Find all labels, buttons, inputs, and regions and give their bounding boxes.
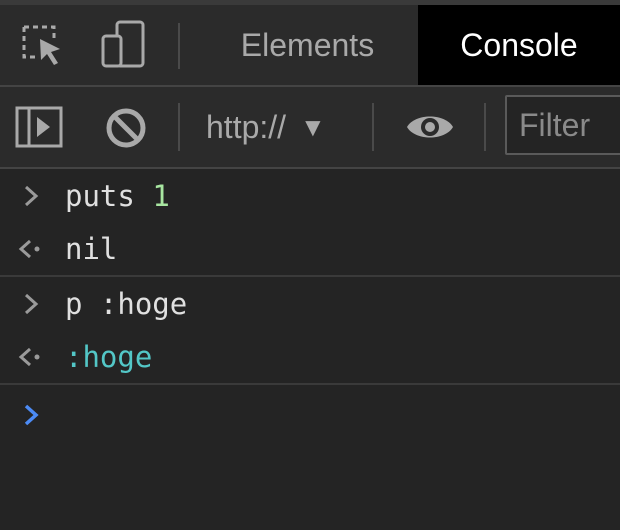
toolbar-separator-2 <box>372 103 374 151</box>
inspect-element-icon[interactable] <box>18 19 66 71</box>
console-input-text: p :hoge <box>65 286 188 321</box>
console-output-line: nil <box>0 222 620 275</box>
input-chevron-icon <box>16 169 46 222</box>
filter-input[interactable]: Filter <box>505 95 620 155</box>
filter-placeholder: Filter <box>519 106 591 143</box>
devtools-tabbar: Elements Console <box>0 5 620 87</box>
sidebar-toggle-icon[interactable] <box>14 105 64 149</box>
tab-elements[interactable]: Elements <box>210 5 405 85</box>
console-output-line: :hoge <box>0 330 620 383</box>
console-input-line: puts 1 <box>0 169 620 222</box>
input-chevron-icon <box>16 277 46 330</box>
console-log: puts 1 nil p :hoge :hoge <box>0 169 620 445</box>
output-arrow-icon <box>16 222 46 275</box>
tabbar-separator <box>178 23 180 69</box>
console-prompt[interactable] <box>0 385 620 445</box>
dropdown-arrow-icon: ▼ <box>300 111 326 142</box>
clear-console-icon[interactable] <box>102 104 150 152</box>
console-output-text: nil <box>65 231 118 266</box>
device-toggle-icon[interactable] <box>97 19 149 71</box>
output-arrow-icon <box>16 330 46 383</box>
toolbar-separator-1 <box>178 103 180 151</box>
prompt-chevron-icon <box>16 385 46 445</box>
tab-console[interactable]: Console <box>418 5 620 85</box>
context-label: http:// <box>206 108 287 145</box>
console-input-text: puts 1 <box>65 178 170 213</box>
console-output-symbol: :hoge <box>65 339 153 374</box>
toolbar-separator-3 <box>484 103 486 151</box>
console-toolbar: http:// ▼ Filter <box>0 87 620 169</box>
live-expression-eye-icon[interactable] <box>404 107 456 147</box>
console-input-line: p :hoge <box>0 277 620 330</box>
context-selector[interactable]: http:// ▼ <box>206 87 326 167</box>
